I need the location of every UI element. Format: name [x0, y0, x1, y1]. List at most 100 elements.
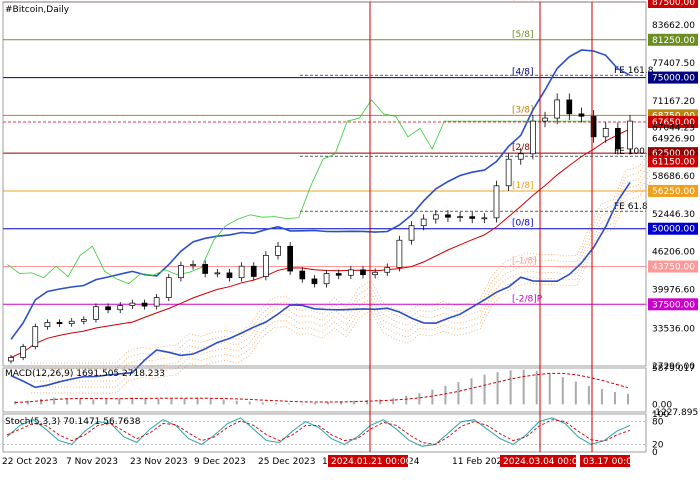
time-marker-label: 03.17 00:00 [583, 457, 638, 467]
candle-body [287, 245, 294, 272]
candle-body [250, 265, 257, 277]
level-label-1: [5/8] [512, 30, 534, 40]
price-axis-label: 58686.60 [652, 172, 695, 182]
candle-body [493, 185, 500, 219]
candle-body [8, 357, 14, 362]
level-label-8: [-2/8]P [512, 294, 543, 304]
candle-body [141, 302, 148, 307]
chart-svg: [6/8][5/8][4/8][3/8][2/8][1/8][0/8][-1/8… [2, 0, 698, 467]
candle-body [517, 153, 524, 160]
cloud-dots-2 [31, 163, 651, 376]
candle-body [44, 322, 51, 328]
candle-body [323, 273, 330, 285]
candle-body [457, 216, 463, 218]
x-tick-label: 9 Dec 2023 [194, 457, 246, 467]
main-title: #Bitcoin,Daily [5, 5, 70, 15]
candle-body [214, 272, 221, 275]
x-tick-label: 25 Dec 2023 [258, 457, 316, 467]
candle-body [445, 214, 451, 218]
candle-body [299, 270, 306, 280]
price-axis-label: 37500.00 [652, 300, 695, 310]
x-tick-label: 11 Feb 2024 [452, 457, 508, 467]
candle-body [360, 269, 366, 276]
price-axis-label: 77407.50 [652, 59, 695, 69]
candle-body [384, 267, 391, 273]
price-axis-label: 39976.60 [652, 285, 695, 295]
candle-body [68, 320, 75, 325]
main-price-pane: [6/8][5/8][4/8][3/8][2/8][1/8][0/8][-1/8… [3, 0, 698, 394]
fib-label-2: FE 61.8 [614, 202, 648, 212]
candle-body [396, 239, 403, 268]
level-label-6: [0/8] [512, 219, 534, 229]
candle-body [542, 117, 548, 122]
bollinger-lower [10, 182, 631, 389]
price-axis-label: 87500.00 [652, 0, 695, 8]
level-label-2: [4/8] [512, 68, 534, 78]
stoch-axis-label: 0 [652, 448, 658, 458]
candle-body [56, 322, 63, 325]
x-tick-label: 7 Nov 2023 [66, 457, 118, 467]
price-axis-label: 64926.90 [652, 134, 695, 144]
candle-body [190, 264, 196, 266]
candle-body [408, 225, 415, 241]
candle-body [602, 128, 609, 138]
x-axis: 22 Oct 2023 7 Nov 2023 23 Nov 2023 9 Dec 20… [2, 455, 638, 467]
level-label-7: [-1/8] [512, 257, 537, 267]
candle-body [165, 277, 172, 299]
candle-body [578, 113, 585, 117]
time-marker-label: 2024.01.21 00:00 [331, 457, 412, 467]
candle-body [347, 269, 354, 276]
price-axis-label: 61150.00 [652, 157, 695, 167]
candle-body [80, 319, 87, 322]
candle-body [372, 271, 378, 276]
candle-body [238, 265, 245, 279]
candle-body [93, 306, 99, 320]
moving-average [10, 128, 631, 358]
candle-body [311, 278, 318, 285]
price-axis-label: 52446.30 [652, 210, 695, 220]
candle-body [226, 272, 233, 279]
candle-body [263, 254, 269, 277]
candle-body [335, 273, 342, 276]
price-axis-label: 75000.00 [652, 74, 695, 84]
candle-body [469, 216, 476, 219]
cloud-dots-0 [31, 151, 651, 364]
candle-body [566, 99, 573, 115]
fib-label-0: FE 161.8 [614, 66, 654, 76]
candle-body [420, 218, 427, 227]
x-tick-label: 23 Nov 2023 [130, 457, 188, 467]
price-axis-label: 67044.23 [652, 124, 695, 134]
time-marker-label: 2024.03.04 00:00 [503, 457, 584, 467]
price-axis-label: 71167.20 [652, 97, 695, 107]
cloud-dots-1 [31, 157, 651, 370]
candle-body [554, 99, 561, 119]
price-axis-label: 46206.00 [652, 248, 695, 258]
candle-body [530, 120, 536, 155]
price-axis-label: 33536.00 [652, 324, 695, 334]
candle-body [105, 306, 111, 311]
candle-body [627, 120, 633, 150]
candle-body [505, 158, 512, 187]
candle-body [432, 214, 439, 220]
price-axis-label: 50000.00 [652, 225, 695, 235]
macd-axis-label: 5879.017 [652, 364, 695, 374]
candle-body [129, 302, 136, 306]
x-tick-label: 1 [322, 457, 328, 467]
chart-root: [6/8][5/8][4/8][3/8][2/8][1/8][0/8][-1/8… [0, 0, 700, 500]
macd-title: MACD(12,26,9) 1691.505 2718.233 [5, 369, 165, 379]
main-frame [2, 1, 647, 367]
price-axis-label: 83662.00 [652, 21, 695, 31]
candle-body [481, 217, 488, 220]
price-axis-label: 81250.00 [652, 36, 695, 46]
candle-body [615, 128, 621, 150]
candle-body [275, 245, 281, 256]
price-axis-label: 43750.00 [652, 263, 695, 273]
candle-body [117, 305, 124, 311]
stoch-axis-label: 80 [652, 418, 664, 428]
price-axis-label: 56250.00 [652, 187, 695, 197]
candle-body [20, 346, 26, 358]
candle-body [153, 297, 160, 307]
cloud-dots-5 [31, 181, 651, 394]
stoch-title: Stoch(5,3,3) 70.1471 56.7638 [5, 417, 141, 427]
candle-body [178, 265, 184, 279]
